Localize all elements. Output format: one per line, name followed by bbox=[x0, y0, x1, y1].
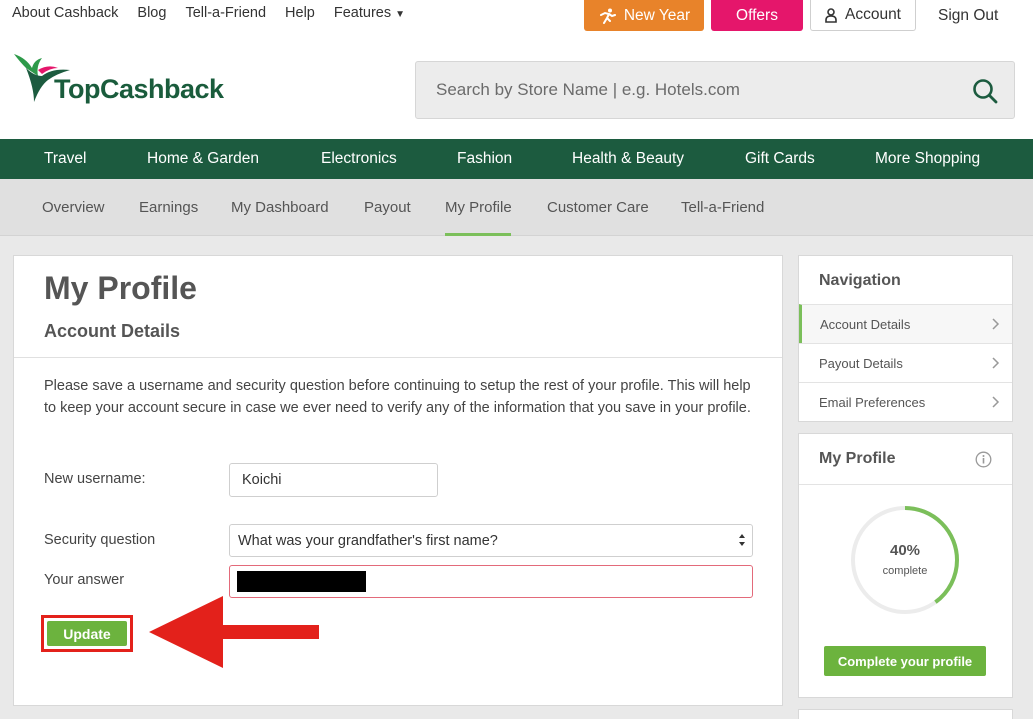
tab-my-dashboard[interactable]: My Dashboard bbox=[231, 199, 329, 216]
chevron-right-icon bbox=[992, 318, 1000, 330]
sign-out-link[interactable]: Sign Out bbox=[938, 7, 998, 25]
account-subnav: Overview Earnings My Dashboard Payout My… bbox=[0, 179, 1033, 236]
tab-earnings[interactable]: Earnings bbox=[139, 199, 198, 216]
divider bbox=[14, 357, 782, 358]
chevron-right-icon bbox=[992, 396, 1000, 408]
security-question-label: Security question bbox=[44, 532, 156, 548]
select-arrows-icon bbox=[739, 534, 745, 546]
search-input[interactable] bbox=[416, 62, 956, 118]
sidebar-item-payout-details[interactable]: Payout Details bbox=[799, 343, 1012, 382]
tell-a-friend-link[interactable]: Tell-a-Friend bbox=[185, 5, 266, 21]
new-year-button[interactable]: New Year bbox=[584, 0, 704, 31]
tab-overview[interactable]: Overview bbox=[42, 199, 105, 216]
top-links: About Cashback Blog Tell-a-Friend Help F… bbox=[12, 5, 443, 21]
search-icon[interactable] bbox=[972, 78, 998, 104]
category-home-garden[interactable]: Home & Garden bbox=[147, 150, 259, 168]
category-gift-cards[interactable]: Gift Cards bbox=[745, 150, 815, 168]
user-icon bbox=[825, 7, 837, 23]
sidebar-item-label: Payout Details bbox=[819, 355, 903, 371]
profile-card-title: My Profile bbox=[819, 450, 896, 467]
tab-customer-care[interactable]: Customer Care bbox=[547, 199, 649, 216]
sidebar-item-label: Email Preferences bbox=[819, 394, 926, 410]
username-value: Koichi bbox=[242, 472, 282, 488]
complete-profile-label: Complete your profile bbox=[837, 653, 973, 669]
caret-down-icon: ▼ bbox=[395, 9, 405, 20]
active-tab-indicator bbox=[445, 233, 511, 236]
profile-progress-card: My Profile 40% complete Complete your pr… bbox=[798, 433, 1013, 698]
category-nav: Travel Home & Garden Electronics Fashion… bbox=[0, 139, 1033, 179]
site-header: About Cashback Blog Tell-a-Friend Help F… bbox=[0, 0, 1033, 139]
tab-payout[interactable]: Payout bbox=[364, 199, 411, 216]
info-icon[interactable] bbox=[975, 451, 992, 468]
new-year-label: New Year bbox=[623, 6, 691, 24]
features-label: Features bbox=[333, 5, 392, 21]
offers-label: Offers bbox=[736, 6, 778, 24]
annotation-arrow-icon bbox=[149, 596, 319, 668]
sidebar-navigation: Navigation Account Details Payout Detail… bbox=[798, 255, 1013, 422]
category-fashion[interactable]: Fashion bbox=[457, 150, 512, 168]
help-link[interactable]: Help bbox=[285, 5, 315, 21]
progress-label: complete bbox=[882, 565, 928, 577]
tab-my-profile[interactable]: My Profile bbox=[445, 199, 512, 216]
account-label: Account bbox=[844, 6, 901, 23]
tab-tell-a-friend[interactable]: Tell-a-Friend bbox=[681, 199, 764, 216]
running-person-icon bbox=[599, 8, 616, 24]
sidebar-card-partial bbox=[798, 709, 1013, 719]
about-cashback-link[interactable]: About Cashback bbox=[12, 5, 118, 21]
sidebar-item-account-details[interactable]: Account Details bbox=[799, 304, 1012, 343]
username-field[interactable]: Koichi bbox=[229, 463, 438, 497]
features-menu[interactable]: Features ▼ bbox=[334, 5, 424, 21]
security-question-value: What was your grandfather's first name? bbox=[238, 532, 498, 549]
account-button[interactable]: Account bbox=[810, 0, 916, 31]
category-health-beauty[interactable]: Health & Beauty bbox=[572, 150, 684, 168]
answer-label: Your answer bbox=[44, 572, 125, 588]
update-button[interactable]: Update bbox=[47, 621, 127, 646]
category-more-shopping[interactable]: More Shopping bbox=[875, 150, 980, 168]
sidebar-item-email-preferences[interactable]: Email Preferences bbox=[799, 382, 1012, 421]
navigation-title: Navigation bbox=[819, 272, 901, 289]
redacted-answer bbox=[237, 571, 366, 592]
blog-link[interactable]: Blog bbox=[137, 5, 166, 21]
category-travel[interactable]: Travel bbox=[44, 150, 87, 168]
logo-text: TopCashback bbox=[54, 74, 224, 104]
progress-ring bbox=[851, 506, 959, 614]
page-title: My Profile bbox=[44, 270, 197, 306]
offers-button[interactable]: Offers bbox=[711, 0, 803, 31]
divider bbox=[799, 484, 1012, 485]
sidebar-item-label: Account Details bbox=[820, 316, 911, 332]
security-question-select[interactable]: What was your grandfather's first name? bbox=[229, 524, 753, 557]
update-label: Update bbox=[63, 625, 111, 642]
chevron-right-icon bbox=[992, 357, 1000, 369]
annotation-highlight-box: Update bbox=[41, 615, 133, 652]
progress-percent: 40% bbox=[889, 542, 921, 559]
intro-text: Please save a username and security ques… bbox=[44, 378, 751, 416]
category-electronics[interactable]: Electronics bbox=[321, 150, 397, 168]
profile-panel: My Profile Account Details Please save a… bbox=[13, 255, 783, 706]
answer-field[interactable] bbox=[229, 565, 753, 598]
complete-profile-button[interactable]: Complete your profile bbox=[824, 646, 986, 676]
section-title: Account Details bbox=[44, 321, 181, 341]
search-bar bbox=[415, 61, 1015, 119]
username-label: New username: bbox=[44, 471, 146, 487]
topcashback-logo[interactable]: TopCashback bbox=[12, 46, 224, 108]
